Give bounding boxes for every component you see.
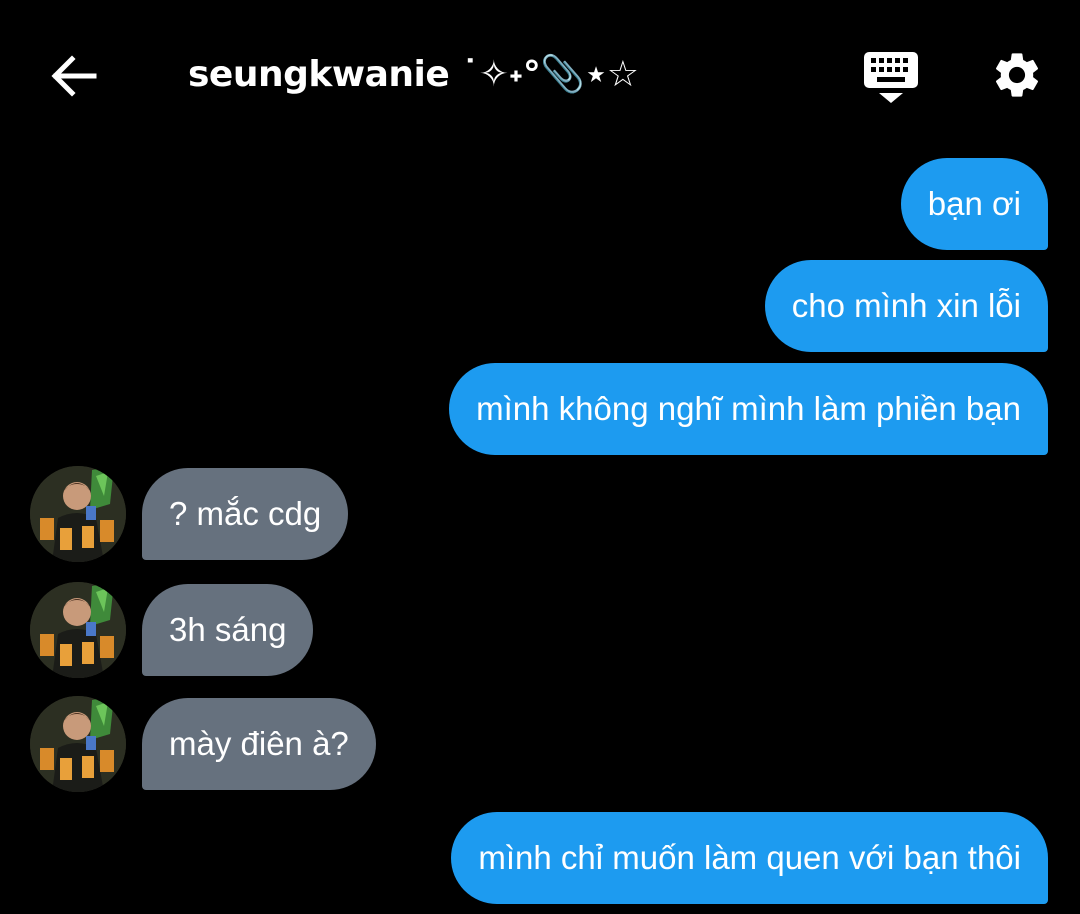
settings-button[interactable] [990, 48, 1044, 102]
message-bubble-sent[interactable]: bạn ơi [900, 158, 1048, 250]
message-bubble-received[interactable]: 3h sáng [142, 584, 314, 676]
message-bubble-received[interactable]: ? mắc cdg [142, 468, 349, 560]
conversation-title: seungkwanie ˙✧˖°📎⋆☆ [188, 54, 639, 95]
back-button[interactable] [48, 50, 100, 102]
message-bubble-sent[interactable]: mình không nghĩ mình làm phiền bạn [449, 363, 1048, 455]
chat-header: seungkwanie ˙✧˖°📎⋆☆ [0, 0, 1080, 150]
avatar-photo [30, 582, 126, 678]
contact-avatar[interactable] [30, 696, 126, 792]
arrow-left-icon [51, 55, 97, 97]
keyboard-toggle-button[interactable] [862, 50, 920, 106]
gear-icon [995, 53, 1039, 97]
keyboard-icon [864, 52, 918, 103]
contact-avatar[interactable] [30, 582, 126, 678]
message-bubble-sent[interactable]: mình chỉ muốn làm quen với bạn thôi [451, 812, 1048, 904]
contact-avatar[interactable] [30, 466, 126, 562]
message-bubble-sent[interactable]: cho mình xin lỗi [764, 260, 1048, 352]
avatar-photo [30, 696, 126, 792]
message-bubble-received[interactable]: mày điên à? [142, 698, 376, 790]
avatar-photo [30, 466, 126, 562]
